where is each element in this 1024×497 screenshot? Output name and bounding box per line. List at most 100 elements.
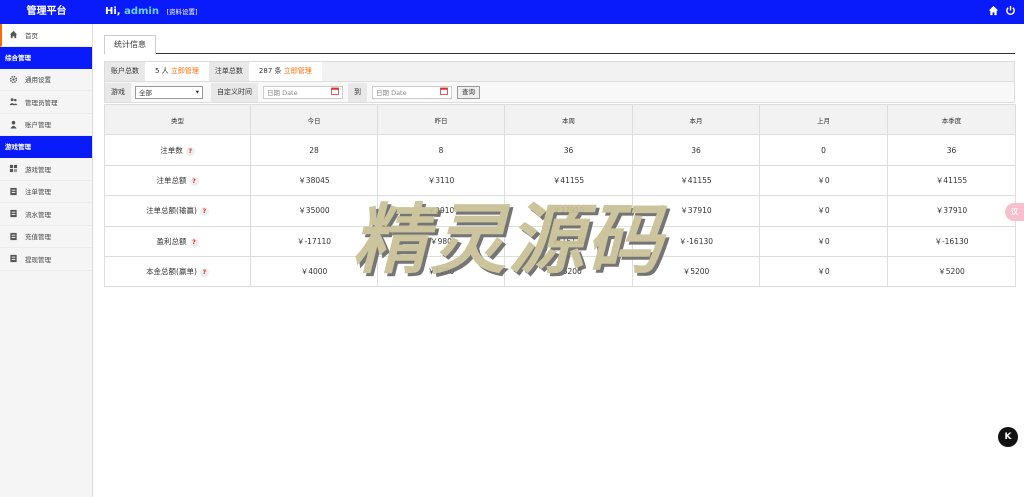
table-cell: 28	[250, 134, 378, 166]
calendar-icon	[331, 87, 339, 97]
start-date-input[interactable]: 日期 Date	[263, 85, 343, 99]
table-cell: ￥-17110	[250, 225, 378, 257]
account-total-label: 账户总数	[105, 62, 145, 81]
sidebar-item-flow[interactable]: 流水管理	[0, 203, 92, 226]
help-icon[interactable]: ?	[199, 207, 209, 217]
username: admin	[124, 6, 159, 17]
table-cell: ￥980	[377, 225, 505, 257]
row-label-cell: 本金总额(赢单)?	[104, 255, 251, 288]
table-cell: 36	[632, 134, 760, 166]
sidebar: 首页 综合管理 通用设置 管理员管理 账户管理 游戏管理 游戏管理 注单管理 流…	[0, 24, 93, 497]
gear-icon	[6, 74, 20, 84]
row-label-cell: 注单总额(输赢)?	[104, 195, 251, 227]
row-label: 注单总额(输赢)	[146, 206, 197, 216]
table-cell: 36	[504, 134, 633, 166]
game-select-value: 全部	[139, 89, 152, 97]
sidebar-item-label: 游戏管理	[25, 165, 51, 174]
start-date-placeholder: 日期 Date	[267, 89, 298, 97]
table-cell: ￥0	[759, 164, 888, 197]
table-cell: ￥0	[759, 255, 888, 288]
help-icon[interactable]: ?	[189, 237, 199, 247]
list-icon	[6, 254, 20, 264]
sidebar-item-admins[interactable]: 管理员管理	[0, 91, 92, 114]
row-label: 注单数	[160, 145, 183, 155]
sidebar-item-orders[interactable]: 注单管理	[0, 181, 92, 203]
table-row: 注单总额(输赢)? ￥35000 ￥2910 ￥37910 ￥37910 ￥0 …	[104, 195, 1016, 227]
table-row: 盈利总额? ￥-17110 ￥980 ￥-16130 ￥-16130 ￥0 ￥-…	[104, 225, 1016, 257]
top-bar: 管理平台 Hi, admin [资料设置]	[0, 0, 1024, 24]
list-icon	[6, 186, 20, 196]
sidebar-item-label: 流水管理	[25, 210, 51, 219]
table-row: 注单数? 28 8 36 36 0 36	[104, 134, 1016, 166]
sidebar-item-recharge[interactable]: 充值管理	[0, 226, 92, 248]
row-label: 注单总额	[156, 175, 187, 185]
order-count: 287 条	[258, 67, 282, 75]
column-header: 本周	[504, 103, 633, 136]
sidebar-item-label: 通用设置	[25, 76, 51, 85]
grid-icon	[6, 164, 20, 174]
table-cell: 0	[759, 134, 888, 166]
sidebar-item-settings[interactable]: 通用设置	[0, 69, 92, 91]
sidebar-item-accounts[interactable]: 账户管理	[0, 114, 92, 136]
row-label-cell: 注单总额?	[104, 164, 251, 197]
table-header-row: 类型 今日 昨日 本周 本月 上月 本季度	[104, 103, 1016, 136]
table-cell: ￥38045	[250, 164, 378, 197]
table-cell: 8	[377, 134, 505, 166]
query-button[interactable]: 查询	[457, 85, 480, 99]
table-cell: ￥1200	[377, 255, 505, 288]
sidebar-group-general: 综合管理	[0, 46, 92, 69]
account-count: 5 人	[155, 67, 169, 75]
game-filter-label: 游戏	[105, 82, 131, 102]
tab-bar: 统计信息	[104, 32, 1015, 55]
column-header: 上月	[759, 103, 888, 136]
calendar-icon	[440, 87, 448, 97]
table-cell: ￥4000	[250, 255, 378, 288]
row-label: 盈利总额	[156, 236, 187, 246]
greeting: Hi, admin [资料设置]	[105, 0, 198, 24]
home-icon[interactable]	[988, 5, 999, 16]
translate-float-button[interactable]: 汉	[1005, 203, 1024, 221]
order-manage-link[interactable]: 立即管理	[284, 67, 312, 75]
column-header: 本季度	[887, 103, 1016, 136]
help-icon[interactable]: ?	[199, 268, 209, 278]
sidebar-group-games: 游戏管理	[0, 136, 92, 158]
account-total-value: 5 人 立即管理	[145, 62, 209, 81]
table-cell: 36	[887, 134, 1016, 166]
table-cell: ￥41155	[504, 164, 633, 197]
row-label-cell: 盈利总额?	[104, 225, 251, 257]
floating-action-button[interactable]: K	[998, 427, 1018, 447]
sidebar-item-label: 注单管理	[25, 188, 51, 197]
end-date-placeholder: 日期 Date	[376, 89, 407, 97]
account-manage-link[interactable]: 立即管理	[171, 67, 199, 75]
table-cell: ￥-16130	[632, 225, 760, 257]
table-cell: ￥3110	[377, 164, 505, 197]
order-total-label: 注单总数	[208, 62, 249, 81]
list-icon	[6, 231, 20, 241]
table-cell: ￥5200	[504, 255, 633, 288]
sidebar-item-label: 管理员管理	[25, 98, 58, 107]
tab-statistics[interactable]: 统计信息	[104, 35, 156, 55]
help-icon[interactable]: ?	[185, 146, 195, 156]
help-icon[interactable]: ?	[189, 176, 199, 186]
home-icon	[6, 30, 20, 40]
profile-settings-link[interactable]: [资料设置]	[166, 8, 197, 16]
user-icon	[6, 119, 20, 129]
table-cell: ￥41155	[632, 164, 760, 197]
to-label: 到	[348, 82, 367, 102]
sidebar-item-withdraw[interactable]: 提现管理	[0, 248, 92, 271]
table-row: 本金总额(赢单)? ￥4000 ￥1200 ￥5200 ￥5200 ￥0 ￥52…	[104, 255, 1016, 288]
table-row: 注单总额? ￥38045 ￥3110 ￥41155 ￥41155 ￥0 ￥411…	[104, 164, 1016, 197]
sidebar-item-home[interactable]: 首页	[0, 24, 92, 47]
table-cell: ￥-16130	[504, 225, 633, 257]
game-select[interactable]: 全部 ▾	[135, 85, 203, 99]
column-header: 今日	[250, 103, 378, 136]
end-date-input[interactable]: 日期 Date	[372, 85, 452, 99]
brand-title: 管理平台	[26, 6, 67, 17]
sidebar-item-label: 账户管理	[25, 121, 51, 130]
table-cell: ￥37910	[504, 195, 633, 227]
power-icon[interactable]	[1005, 5, 1016, 16]
sidebar-item-games[interactable]: 游戏管理	[0, 158, 92, 181]
table-cell: ￥37910	[887, 195, 1016, 227]
column-header: 昨日	[377, 103, 505, 136]
table-cell: ￥-16130	[887, 225, 1016, 257]
